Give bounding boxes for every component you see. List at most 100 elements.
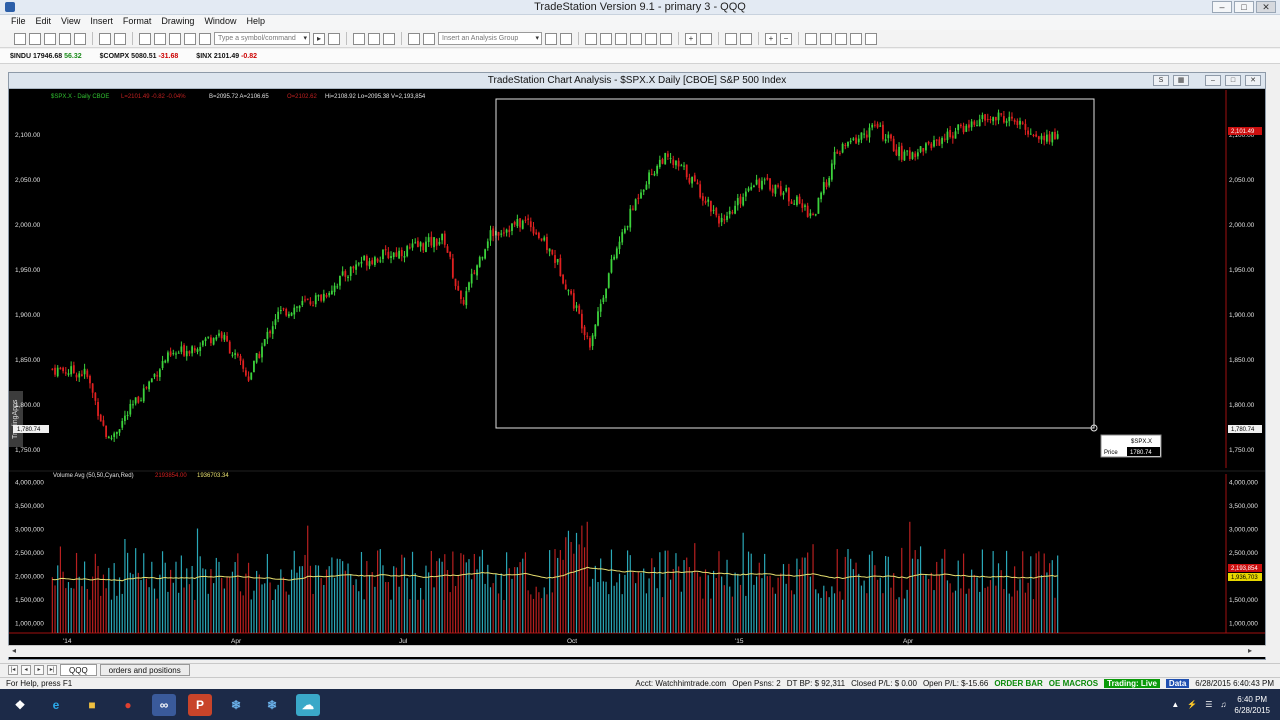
orders-icon[interactable] (660, 32, 672, 45)
layout-icon[interactable] (154, 32, 166, 45)
maximize-button[interactable]: □ (1234, 1, 1254, 13)
candle-body (758, 179, 761, 188)
copy-icon[interactable] (59, 32, 71, 45)
price-volume-chart[interactable]: 1,750.00 1,800.00 1,850.00 1,900.00 1,950.00… (9, 90, 1265, 660)
candle-body (457, 285, 460, 291)
lock-icon[interactable] (169, 32, 181, 45)
tray-chevron-icon[interactable]: ▲ (1171, 700, 1179, 709)
minimize-button[interactable]: – (1212, 1, 1232, 13)
windows-start-icon[interactable]: ❖ (8, 694, 32, 716)
menu-window[interactable]: Window (199, 15, 241, 30)
options-icon[interactable] (630, 32, 642, 45)
radar-icon[interactable] (560, 32, 572, 45)
menu-format[interactable]: Format (118, 15, 157, 30)
tab-first-icon[interactable]: |◂ (8, 665, 18, 675)
menu-insert[interactable]: Insert (85, 15, 118, 30)
zoom-selection-rectangle[interactable] (495, 98, 1095, 429)
status-account: Acct: Watchhimtrade.com (635, 679, 727, 688)
candle-body (175, 353, 177, 355)
scanner-icon[interactable] (615, 32, 627, 45)
chart-icon[interactable] (585, 32, 597, 45)
internet-explorer-icon[interactable]: e (44, 694, 68, 716)
snowflake-app-2-icon[interactable]: ❄ (260, 694, 284, 716)
settings-icon[interactable] (850, 32, 862, 45)
tray-power-icon[interactable]: ⚡ (1187, 700, 1197, 709)
strategy-icon[interactable] (545, 32, 557, 45)
zoom-out-icon[interactable]: − (780, 32, 792, 45)
link-icon[interactable] (184, 32, 196, 45)
style-icon[interactable] (740, 32, 752, 45)
hotlist-icon[interactable] (645, 32, 657, 45)
candle-body (892, 138, 895, 152)
color-icon[interactable] (725, 32, 737, 45)
new-icon[interactable] (14, 32, 26, 45)
candle-body (804, 205, 806, 207)
menu-view[interactable]: View (56, 15, 85, 30)
ticker-item[interactable]: $COMPX 5080.51 -31.68 (100, 53, 179, 60)
tab-qqq[interactable]: QQQ (60, 664, 97, 676)
ticker-item[interactable]: $INDU 17946.68 56.32 (10, 53, 82, 60)
grid-icon[interactable] (353, 32, 365, 45)
file-explorer-icon[interactable]: ■ (80, 694, 104, 716)
more-icon[interactable] (865, 32, 877, 45)
list-icon[interactable] (368, 32, 380, 45)
workspace-icon[interactable] (44, 32, 56, 45)
crosshair-icon[interactable]: + (685, 32, 697, 45)
candle-body (973, 121, 976, 125)
symbol-input[interactable]: Type a symbol/command ▾ (214, 32, 310, 45)
trendline-icon[interactable] (700, 32, 712, 45)
indicator-icon[interactable] (423, 32, 435, 45)
matrix-icon[interactable] (600, 32, 612, 45)
tradestation-taskbar-icon[interactable]: ∞ (152, 693, 176, 716)
folder-icon[interactable] (74, 32, 86, 45)
cloud-upload-icon[interactable]: ☁ (296, 693, 320, 716)
pointer-icon[interactable] (805, 32, 817, 45)
tools-icon[interactable] (835, 32, 847, 45)
analysis-icon[interactable] (408, 32, 420, 45)
snowflake-app-icon[interactable]: ❄ (224, 694, 248, 716)
candle-body (126, 414, 129, 416)
menu-drawing[interactable]: Drawing (156, 15, 199, 30)
menu-file[interactable]: File (6, 15, 31, 30)
chart-horizontal-scrollbar[interactable]: ◂ ▸ (8, 645, 1266, 657)
drawing-icon[interactable] (820, 32, 832, 45)
candle-body (583, 326, 586, 336)
symbol-lookup-icon[interactable] (328, 32, 340, 45)
tab-next-icon[interactable]: ▸ (34, 665, 44, 675)
tray-volume-icon[interactable]: ♫ (1220, 700, 1226, 709)
candle-body (511, 223, 513, 231)
ticker-item[interactable]: $INX 2101.49 -0.82 (196, 53, 257, 60)
candle-body (519, 218, 521, 228)
menu-edit[interactable]: Edit (31, 15, 57, 30)
taskbar-clock[interactable]: 6:40 PM 6/28/2015 (1234, 694, 1270, 716)
globe-icon[interactable] (199, 32, 211, 45)
grid-link-icon[interactable]: ▦ (1173, 75, 1189, 86)
window-icon[interactable] (139, 32, 151, 45)
window-close-button[interactable]: ✕ (1245, 75, 1261, 86)
symbol-link-icon[interactable]: S (1153, 75, 1169, 86)
printer-icon[interactable] (114, 32, 126, 45)
oe-macros-button[interactable]: OE MACROS (1049, 679, 1098, 688)
tab-last-icon[interactable]: ▸| (47, 665, 57, 675)
print-icon[interactable] (99, 32, 111, 45)
powerpoint-icon[interactable]: P (188, 693, 212, 716)
chrome-icon[interactable]: ● (116, 694, 140, 716)
tab-orders-and-positions[interactable]: orders and positions (99, 664, 190, 676)
chevron-down-icon[interactable]: ▾ (303, 33, 307, 44)
analysis-group-select[interactable]: Insert an Analysis Group ▾ (438, 32, 542, 45)
close-button[interactable]: ✕ (1256, 1, 1276, 13)
open-icon[interactable] (29, 32, 41, 45)
window-maximize-button[interactable]: □ (1225, 75, 1241, 86)
scroll-right-icon[interactable]: ▸ (1248, 646, 1252, 655)
tray-network-icon[interactable]: ☰ (1205, 700, 1212, 709)
order-bar-button[interactable]: ORDER BAR (994, 679, 1042, 688)
scroll-left-icon[interactable]: ◂ (12, 646, 16, 655)
go-arrow-icon[interactable]: ▸ (313, 32, 325, 45)
window-minimize-button[interactable]: – (1205, 75, 1221, 86)
table-icon[interactable] (383, 32, 395, 45)
candle-body (400, 249, 403, 257)
chevron-down-icon[interactable]: ▾ (535, 33, 539, 44)
zoom-in-icon[interactable]: + (765, 32, 777, 45)
tab-prev-icon[interactable]: ◂ (21, 665, 31, 675)
menu-help[interactable]: Help (241, 15, 270, 30)
